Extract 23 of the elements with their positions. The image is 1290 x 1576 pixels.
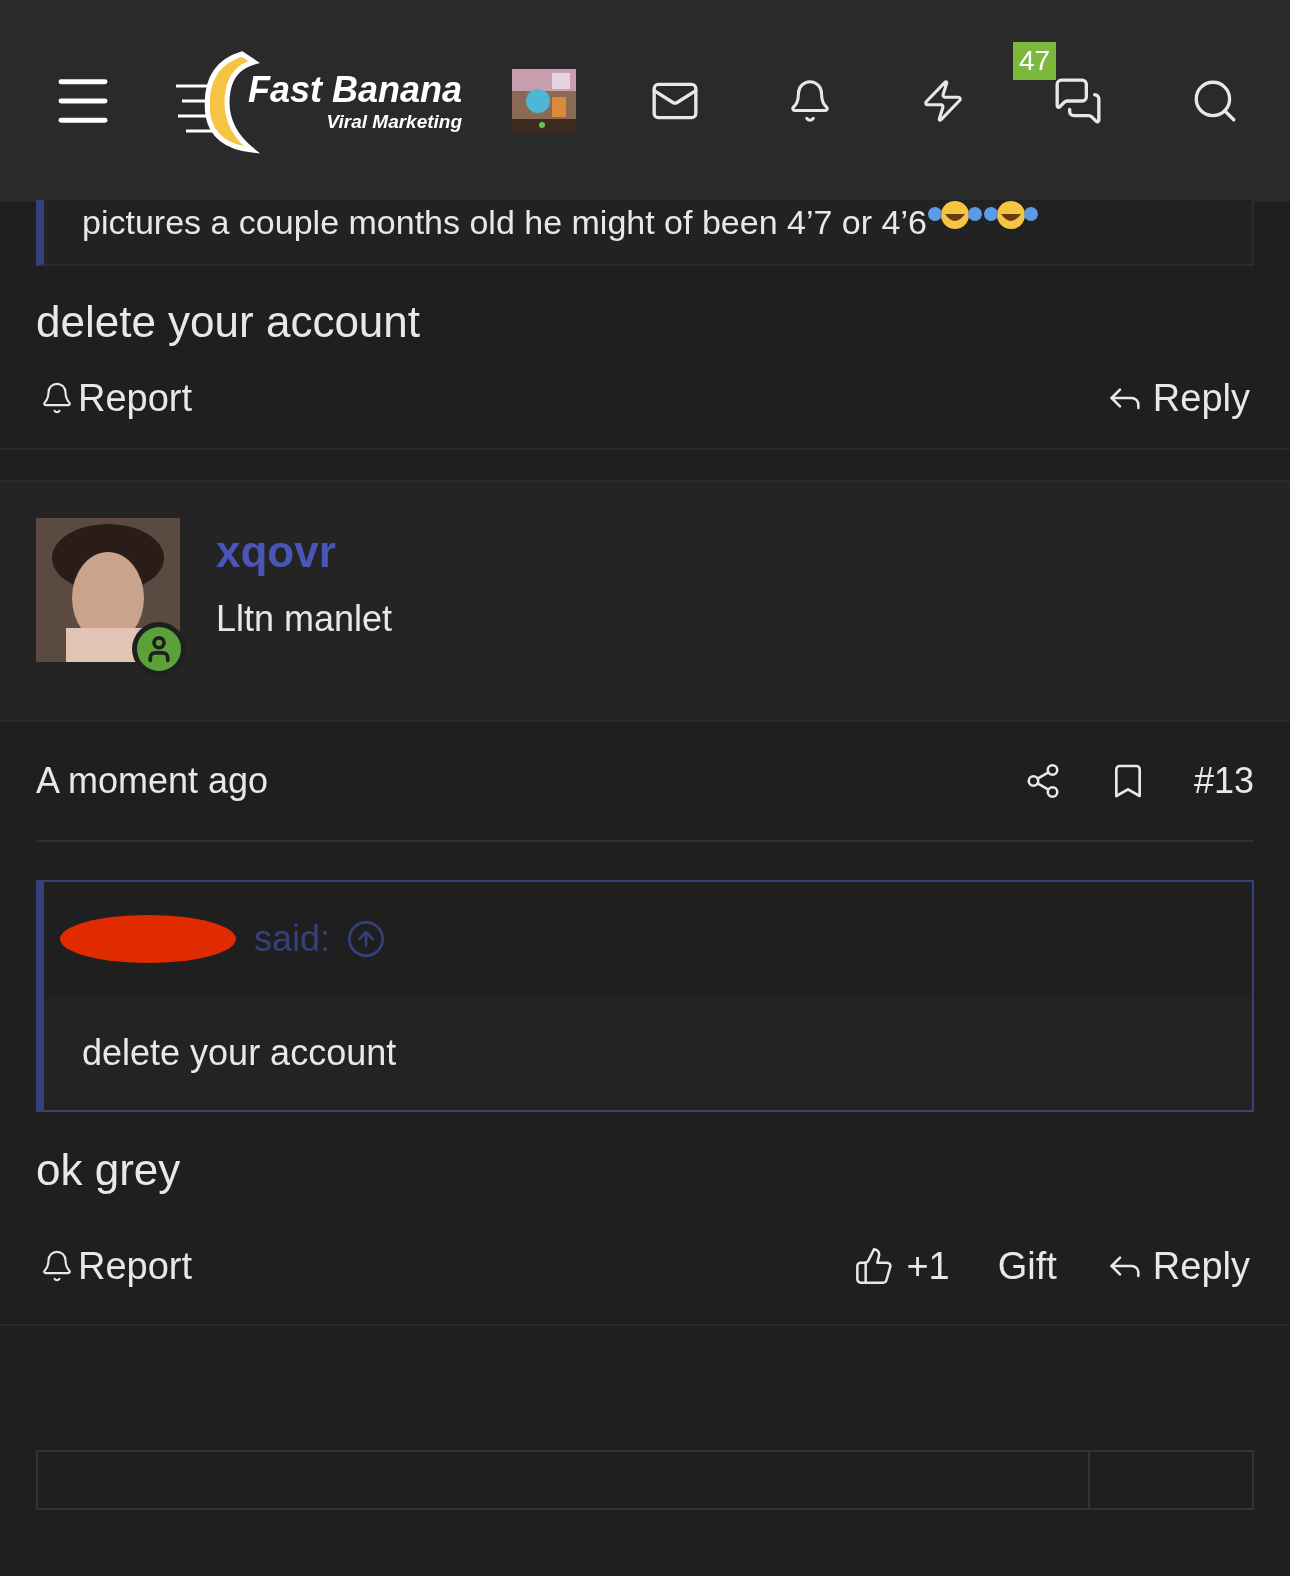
like-button[interactable]: +1 [854, 1237, 950, 1295]
laughing-emoji-icon [926, 200, 983, 230]
post-number-link[interactable]: #13 [1193, 754, 1254, 808]
reply-button[interactable]: Reply [1104, 369, 1250, 427]
laughing-emoji-icon [982, 200, 1039, 230]
logo-subtitle: Viral Marketing [326, 111, 463, 131]
bell-icon [40, 381, 74, 415]
quote-text: pictures a couple months old he might of been 4’7 or 4’6 [82, 202, 927, 243]
report-button[interactable]: Report [40, 1237, 193, 1295]
user-title: Lltn manlet [216, 597, 393, 641]
reply-button[interactable]: Reply [1104, 1237, 1250, 1295]
quote-attribution: said: [254, 917, 331, 961]
post-message: delete your account [35, 296, 422, 348]
post-time: A moment ago [36, 759, 269, 803]
thumbs-up-icon [854, 1246, 895, 1286]
report-button[interactable]: Report [40, 369, 193, 427]
gift-button[interactable]: Gift [997, 1237, 1057, 1295]
quote-text: delete your account [82, 1031, 397, 1075]
logo-title: Fast Banana [248, 71, 463, 108]
notification-badge: 47 [1013, 42, 1057, 80]
post-message: ok grey [35, 1144, 182, 1196]
chat-icon[interactable] [1053, 76, 1103, 126]
bell-icon [40, 1249, 74, 1283]
